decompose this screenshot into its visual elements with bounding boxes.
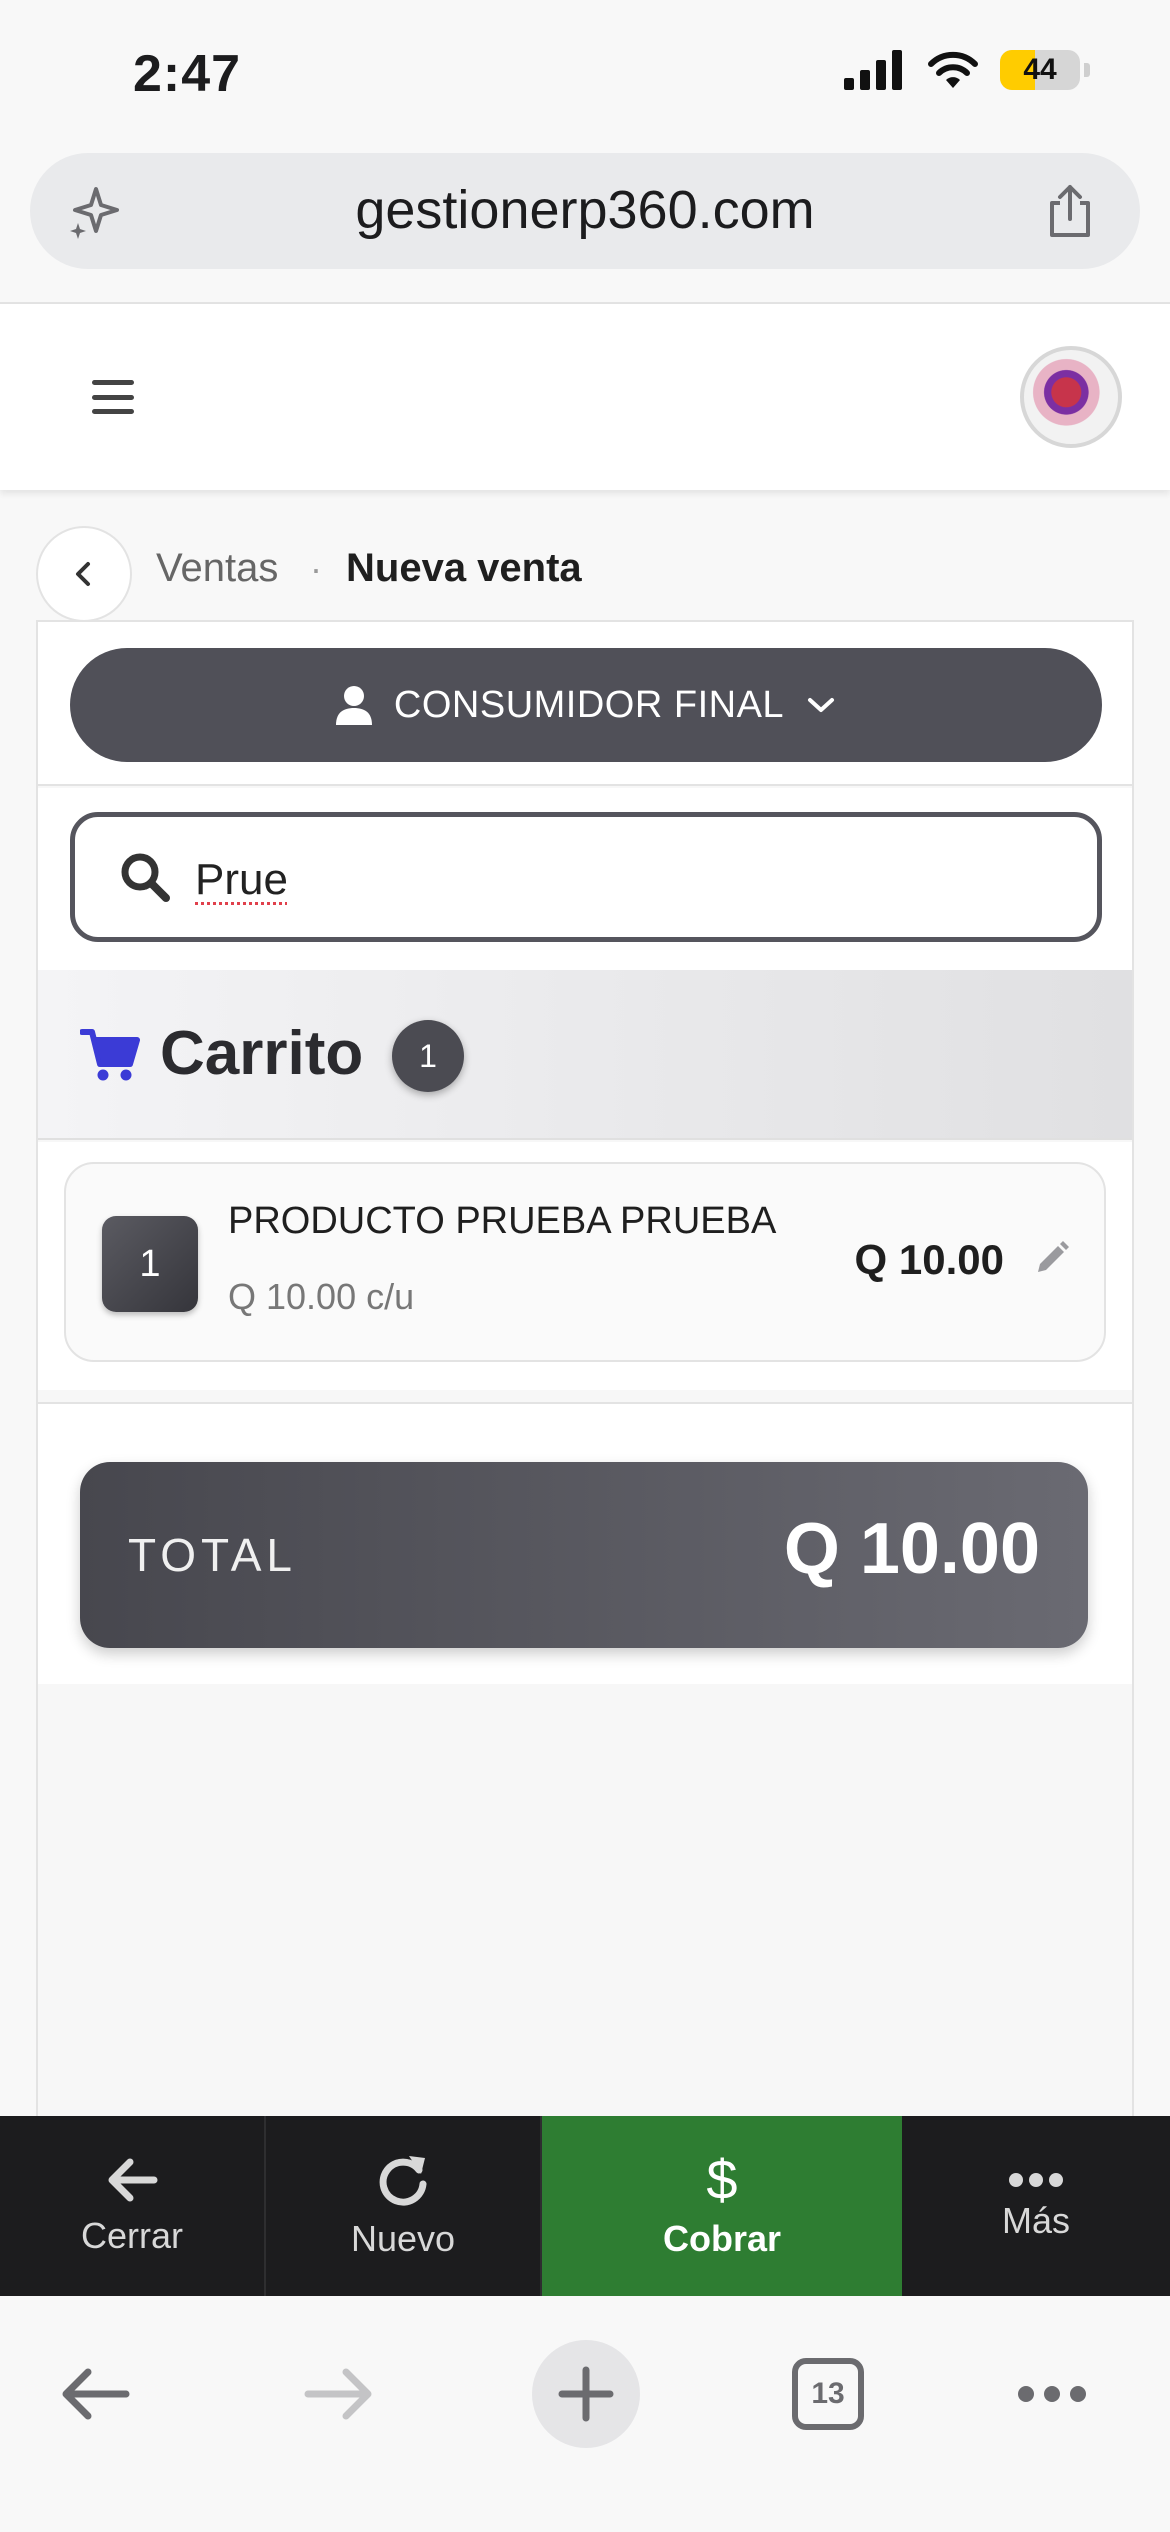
more-label: Más <box>1001 2200 1070 2241</box>
cart-header: Carrito 1 <box>38 970 1132 1140</box>
menu-icon[interactable] <box>92 380 134 414</box>
status-bar: 2:47 44 <box>0 0 1170 150</box>
browser-back-button[interactable] <box>44 2344 144 2444</box>
charge-button[interactable]: $ Cobrar <box>542 2116 902 2296</box>
arrow-left-icon <box>62 2368 130 2420</box>
new-label: Nuevo <box>350 2218 456 2259</box>
page-title: Nueva venta <box>346 546 582 590</box>
browser-more-button[interactable] <box>1002 2344 1102 2444</box>
search-value[interactable]: Prue <box>195 855 288 905</box>
cart-title: Carrito <box>160 1019 364 1088</box>
ellipsis-icon <box>1018 2386 1086 2402</box>
back-button[interactable] <box>36 526 132 622</box>
plus-icon <box>558 2366 614 2422</box>
search-icon <box>121 853 170 902</box>
chevron-down-icon <box>808 698 835 712</box>
search-input[interactable]: Prue <box>70 812 1102 942</box>
sale-panel: CONSUMIDOR FINAL Prue Carrito 1 1 PRODUC <box>36 620 1134 2120</box>
tabs-button[interactable]: 13 <box>792 2358 864 2430</box>
total-card: TOTAL Q 10.00 <box>80 1462 1088 1648</box>
address-url[interactable]: gestionerp360.com <box>30 179 1140 241</box>
app-header <box>0 304 1170 490</box>
user-icon <box>335 686 372 725</box>
customer-label: CONSUMIDOR FINAL <box>393 683 785 726</box>
breadcrumb-separator: · <box>310 548 322 589</box>
item-quantity[interactable]: 1 <box>102 1216 198 1312</box>
close-label: Cerrar <box>80 2215 183 2256</box>
ellipsis-icon <box>1009 2173 1063 2187</box>
signal-icon <box>844 50 902 90</box>
total-section: TOTAL Q 10.00 <box>38 1402 1132 1684</box>
charge-label: Cobrar <box>662 2218 782 2259</box>
cart-item[interactable]: 1 PRODUCTO PRUEBA PRUEBA Q 10.00 c/u Q 1… <box>64 1162 1106 1362</box>
address-bar[interactable]: gestionerp360.com <box>30 153 1140 269</box>
customer-section: CONSUMIDOR FINAL <box>38 622 1132 786</box>
arrow-left-icon <box>108 2158 158 2202</box>
customer-select-button[interactable]: CONSUMIDOR FINAL <box>70 648 1102 762</box>
action-bar: Cerrar Nuevo $ Cobrar Más <box>0 2116 1170 2296</box>
battery-level: 44 <box>1023 53 1057 86</box>
item-price: Q 10.00 <box>854 1236 1004 1283</box>
item-name: PRODUCTO PRUEBA PRUEBA <box>228 1200 777 1242</box>
total-value: Q 10.00 <box>783 1509 1040 1589</box>
pencil-icon[interactable] <box>1032 1238 1072 1278</box>
status-icons: 44 <box>844 50 1090 90</box>
new-tab-button[interactable] <box>532 2340 640 2448</box>
cart-count-badge: 1 <box>392 1020 464 1092</box>
status-time: 2:47 <box>133 45 242 103</box>
cart-list: 1 PRODUCTO PRUEBA PRUEBA Q 10.00 c/u Q 1… <box>38 1142 1132 1390</box>
search-section: Prue <box>38 788 1132 970</box>
wifi-icon <box>928 51 978 88</box>
share-icon[interactable] <box>1040 181 1100 241</box>
total-label: TOTAL <box>128 1529 297 1581</box>
new-sale-button[interactable]: Nuevo <box>266 2116 542 2296</box>
arrow-right-icon <box>304 2368 372 2420</box>
breadcrumb-ventas[interactable]: Ventas <box>156 546 278 591</box>
dollar-icon: $ <box>706 2148 738 2211</box>
battery-indicator: 44 <box>1000 50 1080 90</box>
refresh-icon <box>379 2156 427 2206</box>
battery-tip <box>1084 63 1090 77</box>
browser-forward-button[interactable] <box>290 2344 390 2444</box>
avatar[interactable] <box>1020 346 1122 448</box>
cart-icon <box>80 1029 140 1081</box>
browser-toolbar: 13 <box>0 2296 1170 2532</box>
more-button[interactable]: Más <box>902 2116 1170 2296</box>
item-unit-price: Q 10.00 c/u <box>228 1276 415 1317</box>
chevron-left-icon <box>76 562 90 586</box>
close-button[interactable]: Cerrar <box>0 2116 266 2296</box>
